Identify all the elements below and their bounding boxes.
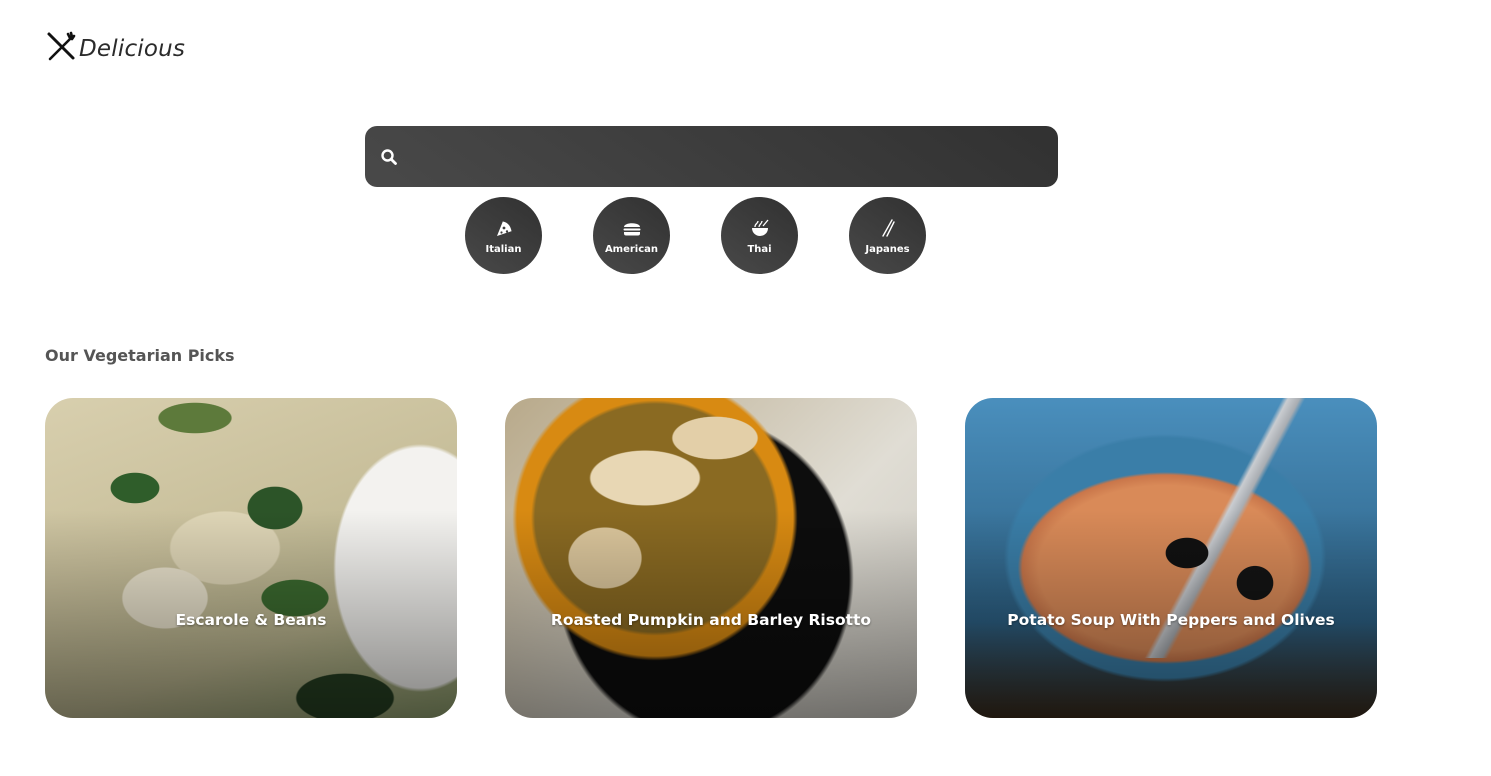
category-japanese[interactable]: Japanes xyxy=(849,197,926,274)
recipe-title: Escarole & Beans xyxy=(175,611,327,629)
page: Delicious Italian American Thai Japanes … xyxy=(0,0,1491,776)
logo[interactable]: Delicious xyxy=(45,30,185,67)
image-overlay xyxy=(45,398,457,718)
recipe-card[interactable]: Roasted Pumpkin and Barley Risotto xyxy=(505,398,917,718)
category-label: Italian xyxy=(485,244,522,255)
category-label: Thai xyxy=(747,244,772,255)
section-title: Our Vegetarian Picks xyxy=(45,346,235,365)
noodle-bowl-icon xyxy=(750,216,770,243)
image-overlay xyxy=(965,398,1377,718)
fork-knife-icon xyxy=(45,30,77,67)
category-list: Italian American Thai Japanes xyxy=(465,197,926,274)
category-thai[interactable]: Thai xyxy=(721,197,798,274)
recipe-card-list: Escarole & Beans Roasted Pumpkin and Bar… xyxy=(45,398,1377,718)
recipe-card[interactable]: Potato Soup With Peppers and Olives xyxy=(965,398,1377,718)
search-bar xyxy=(365,126,1058,187)
recipe-title: Roasted Pumpkin and Barley Risotto xyxy=(550,611,872,629)
pizza-icon xyxy=(494,216,514,243)
category-label: Japanes xyxy=(865,244,910,255)
category-label: American xyxy=(604,244,659,255)
hamburger-icon xyxy=(622,216,642,243)
category-italian[interactable]: Italian xyxy=(465,197,542,274)
search-icon xyxy=(380,148,398,166)
search-input[interactable] xyxy=(365,126,1058,187)
category-american[interactable]: American xyxy=(593,197,670,274)
recipe-title: Potato Soup With Peppers and Olives xyxy=(1007,611,1335,629)
image-overlay xyxy=(505,398,917,718)
recipe-card[interactable]: Escarole & Beans xyxy=(45,398,457,718)
chopsticks-icon xyxy=(878,216,898,243)
logo-text: Delicious xyxy=(79,35,186,62)
